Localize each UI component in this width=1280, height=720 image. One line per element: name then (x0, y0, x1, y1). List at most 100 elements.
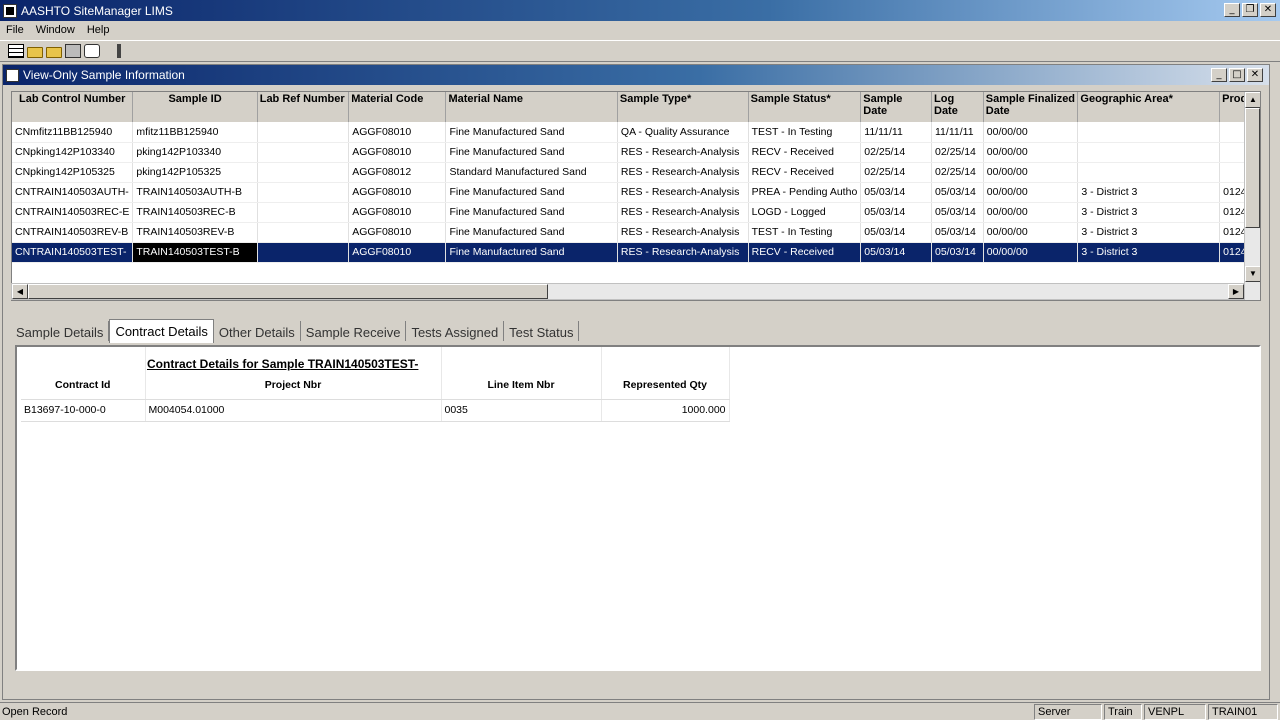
minimize-button[interactable]: _ (1224, 3, 1240, 17)
grid-cell (257, 182, 350, 203)
grid-column-header[interactable]: Material Code (348, 92, 447, 122)
status-message: Open Record (2, 705, 68, 718)
scroll-down-arrow-icon[interactable]: ▼ (1245, 266, 1260, 282)
contract-row[interactable]: B13697-10-000-0 M004054.01000 0035 1000.… (21, 399, 730, 422)
close-button[interactable]: ✕ (1260, 3, 1276, 17)
grid-column-header[interactable]: Sample ID (132, 92, 258, 122)
grid-cell: AGGF08010 (348, 242, 447, 263)
note-icon[interactable] (84, 44, 100, 58)
grid-cell: CNTRAIN140503REC-E (12, 202, 134, 223)
grid-cell: CNpking142P103340 (12, 142, 134, 163)
scroll-up-arrow-icon[interactable]: ▲ (1245, 92, 1260, 108)
grid-cell: 11/11/11 (860, 122, 932, 143)
tab-contract-details[interactable]: Contract Details (109, 319, 214, 343)
table-row[interactable]: CNTRAIN140503AUTH- TRAIN140503AUTH-B AGGF0… (12, 182, 1260, 203)
grid-cell: RECV - Received (748, 242, 862, 263)
scroll-right-arrow-icon[interactable]: ▶ (1228, 284, 1244, 299)
grid-cell: AGGF08010 (348, 182, 447, 203)
child-minimize-button[interactable]: _ (1211, 68, 1227, 82)
represented-qty-header: Represented Qty (601, 347, 730, 400)
tab-tests-assigned[interactable]: Tests Assigned (406, 321, 505, 341)
grid-cell: CNpking142P105325 (12, 162, 134, 183)
grid-cell: 02/25/14 (860, 162, 932, 183)
contract-details-panel: Contract Id Project Nbr Line Item Nbr Re… (15, 345, 1261, 671)
grid-column-header[interactable]: Log Date (931, 92, 984, 122)
status-database: TRAIN01 (1208, 703, 1278, 720)
table-row[interactable]: CNTRAIN140503REC-E TRAIN140503REC-B AGGF08… (12, 202, 1260, 223)
status-user: VENPL (1144, 703, 1206, 720)
grid-cell (1077, 122, 1221, 143)
app-title: AASHTO SiteManager LIMS (21, 3, 173, 18)
grid-cell (257, 122, 350, 143)
grid-horizontal-scrollbar[interactable]: ◀ ▶ (11, 283, 1245, 300)
grid-cell: Fine Manufactured Sand (445, 202, 618, 223)
grid-cell: CNTRAIN140503AUTH- (12, 182, 134, 203)
grid-column-header[interactable]: Sample Finalized Date (983, 92, 1079, 122)
restore-button[interactable]: ❐ (1242, 3, 1258, 17)
app-window-controls: _ ❐ ✕ (1224, 3, 1276, 17)
vertical-scroll-thumb[interactable] (1245, 108, 1260, 228)
grid-cell: PREA - Pending Autho (748, 182, 862, 203)
grid-cell: RECV - Received (748, 142, 862, 163)
grid-vertical-scrollbar[interactable]: ▲ ▼ (1244, 92, 1260, 300)
table-row[interactable]: CNpking142P105325 pking142P105325 AGGF0801… (12, 162, 1260, 183)
grid-cell: TRAIN140503AUTH-B (132, 182, 258, 203)
grid-cell: 3 - District 3 (1077, 222, 1221, 243)
grid-column-header[interactable]: Sample Status* (748, 92, 862, 122)
tab-sample-receive[interactable]: Sample Receive (301, 321, 407, 341)
grid-cell: 05/03/14 (931, 242, 984, 263)
grid-view-icon[interactable] (8, 44, 24, 58)
grid-column-header[interactable]: Material Name (445, 92, 618, 122)
table-row[interactable]: CNTRAIN140503TEST- TRAIN140503TEST-B AGGF0… (12, 242, 1260, 263)
grid-cell: 05/03/14 (860, 222, 932, 243)
open-folder-icon[interactable] (27, 46, 43, 58)
exit-icon[interactable] (117, 44, 127, 58)
printer-icon[interactable] (65, 44, 81, 58)
menu-window[interactable]: Window (30, 24, 81, 36)
grid-cell (1077, 162, 1221, 183)
tab-other-details[interactable]: Other Details (214, 321, 301, 341)
grid-column-header[interactable]: Lab Ref Number (257, 92, 350, 122)
tab-test-status[interactable]: Test Status (504, 321, 580, 341)
scroll-left-arrow-icon[interactable]: ◀ (12, 284, 28, 299)
grid-cell: 00/00/00 (983, 122, 1079, 143)
grid-cell: 02/25/14 (931, 142, 984, 163)
contract-details-title: Contract Details for Sample TRAIN140503T… (147, 357, 419, 371)
open-folder-alt-icon[interactable] (46, 46, 62, 58)
tab-sample-details[interactable]: Sample Details (11, 321, 110, 341)
menu-file[interactable]: File (0, 24, 30, 36)
grid-cell: 3 - District 3 (1077, 202, 1221, 223)
window-icon (6, 68, 19, 82)
grid-cell: TEST - In Testing (748, 222, 862, 243)
menu-help[interactable]: Help (81, 24, 116, 36)
grid-cell: TEST - In Testing (748, 122, 862, 143)
grid-cell: AGGF08010 (348, 142, 447, 163)
grid-cell: TRAIN140503REC-B (132, 202, 258, 223)
grid-cell: QA - Quality Assurance (617, 122, 749, 143)
grid-cell: CNTRAIN140503TEST- (12, 242, 134, 263)
grid-cell: 02/25/14 (860, 142, 932, 163)
grid-cell: CNTRAIN140503REV-B (12, 222, 134, 243)
horizontal-scroll-thumb[interactable] (28, 284, 548, 299)
app-icon (3, 3, 17, 18)
table-row[interactable]: CNmfitz11BB125940 mfitz11BB125940 AGGF0801… (12, 122, 1260, 143)
menu-bar: File Window Help (0, 21, 1280, 39)
grid-cell: RES - Research-Analysis (617, 182, 749, 203)
grid-cell: RES - Research-Analysis (617, 162, 749, 183)
grid-cell: Fine Manufactured Sand (445, 242, 618, 263)
grid-column-header[interactable]: Sample Date (860, 92, 932, 122)
samples-table: Lab Control Number Sample ID Lab Ref Numbe… (12, 92, 1260, 263)
grid-column-header[interactable]: Sample Type* (617, 92, 749, 122)
grid-cell: 00/00/00 (983, 182, 1079, 203)
grid-cell: Fine Manufactured Sand (445, 122, 618, 143)
grid-cell: 11/11/11 (931, 122, 984, 143)
grid-column-header[interactable]: Lab Control Number (12, 92, 134, 122)
child-close-button[interactable]: ✕ (1247, 68, 1263, 82)
grid-cell: 05/03/14 (931, 182, 984, 203)
grid-column-header[interactable]: Geographic Area* (1077, 92, 1221, 122)
table-row[interactable]: CNTRAIN140503REV-B TRAIN140503REV-B AGGF08… (12, 222, 1260, 243)
child-title: View-Only Sample Information (23, 68, 185, 82)
child-maximize-button[interactable]: □ (1229, 68, 1245, 82)
table-row[interactable]: CNpking142P103340 pking142P103340 AGGF0801… (12, 142, 1260, 163)
grid-cell: 00/00/00 (983, 242, 1079, 263)
